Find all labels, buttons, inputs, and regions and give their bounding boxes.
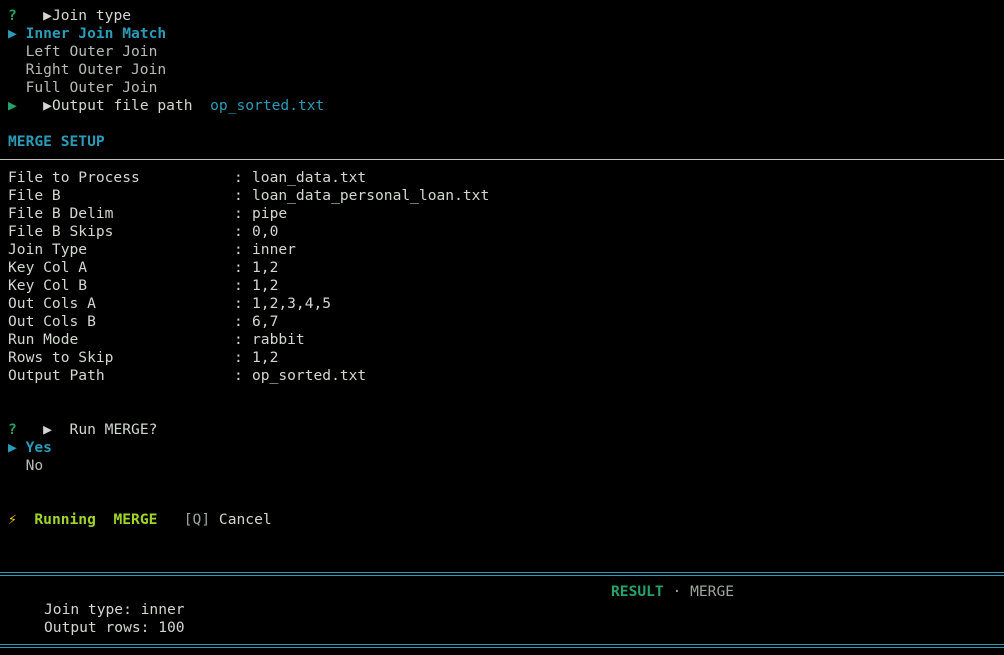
pointer-icon: ▶ [43, 97, 52, 114]
cancel-button[interactable]: Cancel [219, 511, 272, 528]
setup-separator: : [234, 313, 243, 330]
setup-value: pipe [252, 205, 288, 222]
join-type-prompt: ? ▶Join type [8, 7, 131, 25]
output-path-label: Output file path [51, 97, 193, 114]
setup-row: Output Path: op_sorted.txt [8, 367, 366, 385]
setup-separator: : [234, 259, 243, 276]
setup-key: Out Cols B [8, 313, 96, 330]
lightning-icon: ⚡ [8, 511, 17, 528]
setup-row: File B Skips:0,0 [8, 223, 278, 241]
setup-value: inner [252, 241, 296, 258]
option-right-outer-join[interactable]: Right Outer Join [8, 61, 167, 79]
setup-separator: : [234, 367, 243, 384]
question-icon: ? [8, 7, 17, 24]
setup-key: Key Col A [8, 259, 88, 276]
setup-separator: : [234, 349, 243, 366]
running-label: Running [34, 511, 96, 528]
setup-separator: : [234, 187, 243, 204]
setup-key: File to Process [8, 169, 140, 186]
setup-key: Rows to Skip [8, 349, 114, 366]
option-label: Yes [25, 439, 52, 456]
setup-row: Run Mode: rabbit [8, 331, 305, 349]
setup-row: Key Col A:1,2 [8, 259, 278, 277]
setup-row: Join Type: inner [8, 241, 296, 259]
setup-separator: : [234, 331, 243, 348]
option-left-outer-join[interactable]: Left Outer Join [8, 43, 158, 61]
result-border-bottom-inner [0, 647, 1004, 648]
output-path-value[interactable]: op_sorted.txt [210, 97, 324, 114]
setup-value: 1,2 [252, 277, 279, 294]
setup-value: loan_data.txt [252, 169, 367, 186]
setup-row: Out Cols A:1,2,3,4,5 [8, 295, 331, 313]
answered-pointer-icon: ▶ [8, 97, 17, 114]
setup-separator: : [234, 277, 243, 294]
setup-separator: : [234, 223, 243, 240]
setup-row: Rows to Skip:1,2 [8, 349, 278, 367]
option-label: Right Outer Join [25, 61, 167, 78]
setup-separator: : [234, 295, 243, 312]
join-type-label: Join type [51, 7, 132, 24]
running-name: MERGE [113, 511, 158, 528]
run-merge-label: Run MERGE? [69, 421, 158, 438]
option-label: Inner Join Match [25, 25, 167, 42]
question-icon: ? [8, 421, 17, 438]
setup-value: loan_data_personal_loan.txt [252, 187, 490, 204]
option-no[interactable]: No [8, 457, 44, 475]
option-label: Left Outer Join [25, 43, 158, 60]
option-full-outer-join[interactable]: Full Outer Join [8, 79, 158, 97]
setup-value: 1,2 [252, 259, 279, 276]
pointer-icon: ▶ [43, 421, 52, 438]
setup-row: File B: loan_data_personal_loan.txt [8, 187, 489, 205]
setup-value: 0,0 [252, 223, 279, 240]
result-title: RESULT · MERGE [611, 583, 734, 601]
setup-key: File B Skips [8, 223, 114, 240]
option-label: No [25, 457, 44, 474]
setup-key: Key Col B [8, 277, 88, 294]
setup-row: Key Col B:1,2 [8, 277, 278, 295]
setup-key: File B Delim [8, 205, 114, 222]
setup-separator: : [234, 241, 243, 258]
option-label: Full Outer Join [25, 79, 158, 96]
setup-value: 1,2 [252, 349, 279, 366]
setup-key: File B [8, 187, 61, 204]
selection-pointer-icon: ▶ [8, 25, 17, 42]
setup-key: Join Type [8, 241, 88, 258]
setup-separator: : [234, 169, 243, 186]
merge-setup-title: MERGE SETUP [8, 133, 105, 150]
output-path-prompt: ▶ ▶Output file path op_sorted.txt [8, 97, 324, 115]
pointer-icon: ▶ [43, 7, 52, 24]
setup-row: File B Delim: pipe [8, 205, 287, 223]
setup-value: 1,2,3,4,5 [252, 295, 332, 312]
option-inner-join[interactable]: ▶ Inner Join Match [8, 25, 166, 43]
running-status: ⚡ Running MERGE [Q] Cancel [8, 511, 272, 529]
setup-value: 6,7 [252, 313, 279, 330]
cancel-key[interactable]: [Q] [184, 511, 210, 528]
setup-key: Out Cols A [8, 295, 96, 312]
merge-setup-divider [0, 159, 1004, 160]
setup-separator: : [234, 205, 243, 222]
setup-key: Output Path [8, 367, 105, 384]
setup-value: op_sorted.txt [252, 367, 367, 384]
setup-row: Out Cols B:6,7 [8, 313, 278, 331]
selection-pointer-icon: ▶ [8, 439, 17, 456]
result-output-rows: Output rows: 100 [44, 619, 185, 636]
setup-row: File to Process: loan_data.txt [8, 169, 366, 187]
result-border-top [0, 572, 1004, 573]
result-border-bottom [0, 644, 1004, 645]
result-dot: · [672, 583, 682, 600]
setup-value: rabbit [252, 331, 305, 348]
result-join-type: Join type: inner [44, 601, 185, 618]
setup-key: Run Mode [8, 331, 79, 348]
run-merge-prompt: ? ▶ Run MERGE? [8, 421, 157, 439]
option-yes[interactable]: ▶ Yes [8, 439, 52, 457]
result-name: MERGE [690, 583, 735, 600]
result-label: RESULT [611, 583, 664, 600]
result-border-top-inner [0, 575, 1004, 576]
